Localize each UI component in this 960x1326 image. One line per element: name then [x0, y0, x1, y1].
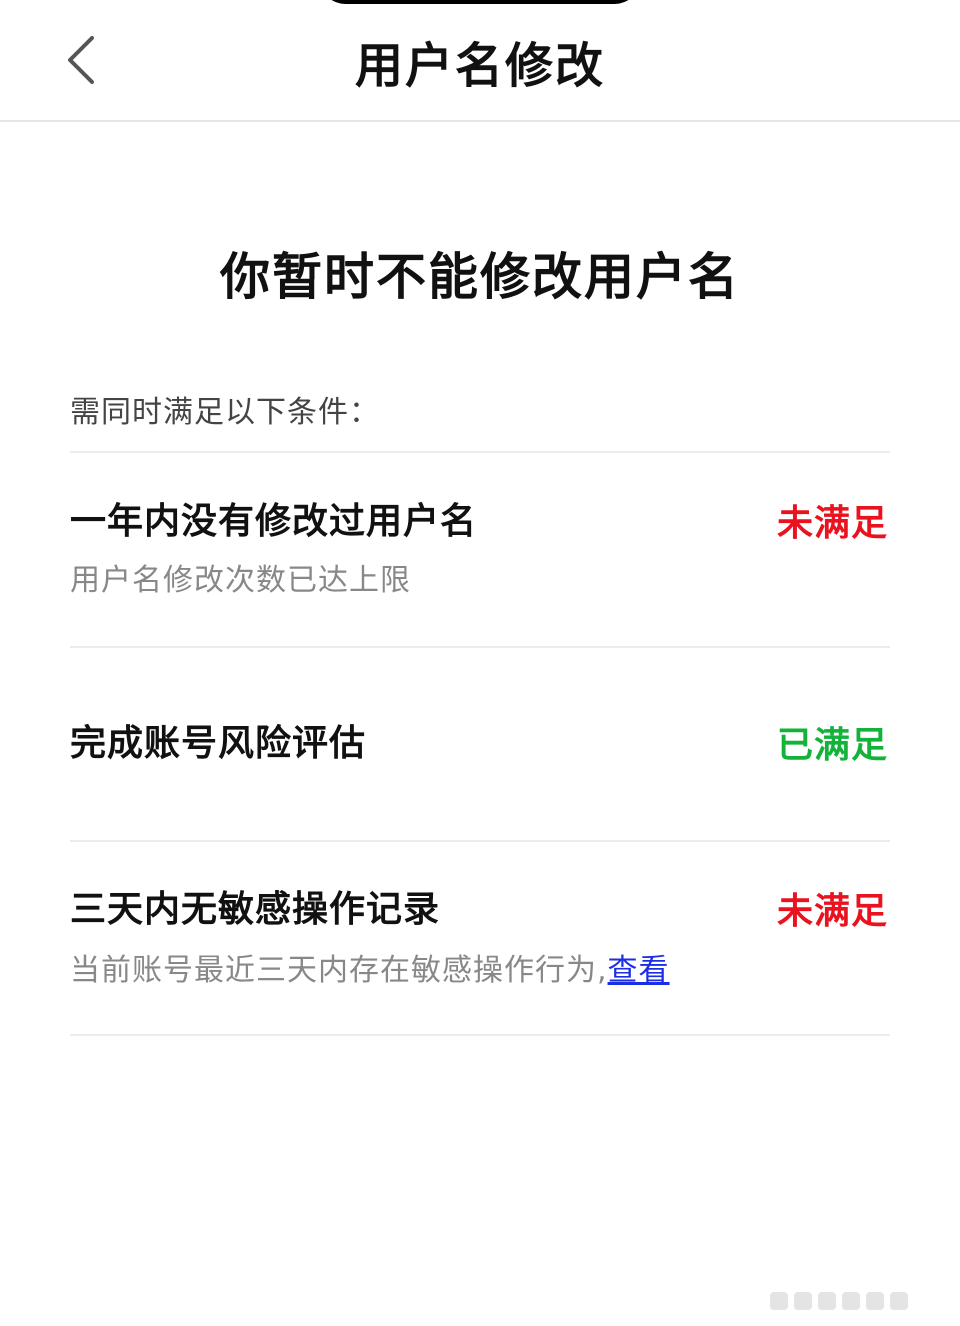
divider: [70, 1034, 890, 1036]
conditions-label: 需同时满足以下条件：: [70, 395, 380, 430]
condition-status-badge: 已满足: [776, 725, 888, 766]
condition-status-badge: 未满足: [776, 503, 888, 544]
condition-title: 一年内没有修改过用户名: [70, 501, 478, 542]
nav-bar: 用户名修改: [0, 0, 960, 122]
condition-title: 完成账号风险评估: [70, 723, 367, 764]
page-title: 用户名修改: [354, 38, 605, 94]
status-headline: 你暂时不能修改用户名: [220, 248, 740, 306]
condition-description-row: 当前账号最近三天内存在敏感操作行为,查看: [70, 950, 670, 992]
home-indicator: [770, 1292, 950, 1314]
view-link[interactable]: 查看: [608, 953, 670, 988]
divider: [70, 840, 890, 842]
condition-description: 用户名修改次数已达上限: [70, 563, 411, 598]
condition-status-badge: 未满足: [776, 891, 888, 932]
condition-title: 三天内无敏感操作记录: [70, 889, 441, 930]
condition-description: 当前账号最近三天内存在敏感操作行为,: [70, 953, 608, 988]
divider: [70, 646, 890, 648]
divider: [70, 451, 890, 453]
